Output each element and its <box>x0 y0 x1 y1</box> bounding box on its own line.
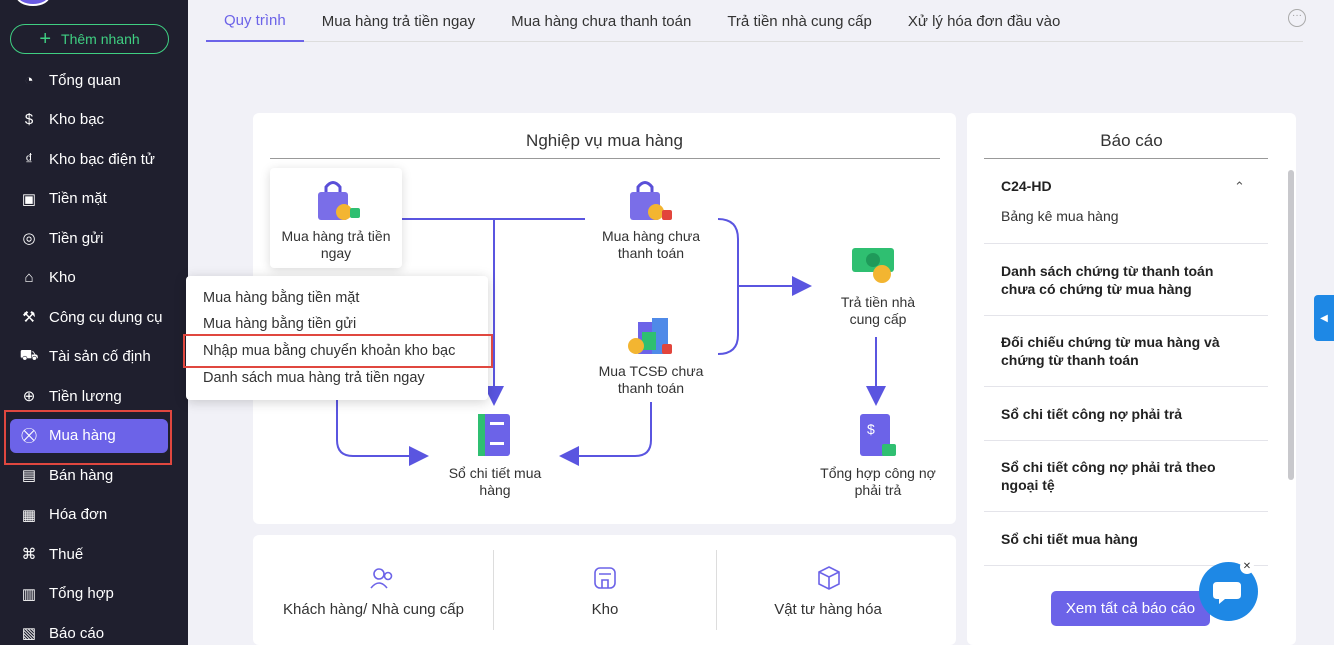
package-icon <box>818 566 840 590</box>
shortcut-divider <box>493 550 494 630</box>
shortcut-divider <box>716 550 717 630</box>
dropdown-highlight <box>183 334 493 368</box>
store-icon <box>594 567 616 589</box>
report-divider <box>984 440 1268 441</box>
shortcut-goods[interactable]: Vật tư hàng hóa <box>717 601 939 618</box>
report-item[interactable]: Sổ chi tiết mua hàng <box>1001 530 1241 548</box>
node-pay-supplier[interactable]: Trả tiền nhà cung cấp <box>826 294 930 328</box>
report-item[interactable]: Sổ chi tiết công nợ phải trả theo ngoại … <box>1001 458 1241 494</box>
payable-doc-icon: $ <box>860 414 896 456</box>
node-ledger[interactable]: Sổ chi tiết mua hàng <box>436 465 554 499</box>
shortcut-customers[interactable]: Khách hàng/ Nhà cung cấp <box>254 601 493 618</box>
node-fixed-asset[interactable]: Mua TCSĐ chưa thanh toán <box>586 363 716 397</box>
node-unpaid[interactable]: Mua hàng chưa thanh toán <box>586 228 716 262</box>
reports-title-divider <box>984 158 1268 159</box>
report-item[interactable]: Danh sách chứng từ thanh toán chưa có ch… <box>1001 262 1241 298</box>
view-all-reports-button[interactable]: Xem tất cả báo cáo <box>1051 591 1210 626</box>
report-group-code[interactable]: C24-HD <box>1001 177 1241 195</box>
building-asset-icon <box>628 318 672 354</box>
node-payable[interactable]: Tổng hợp công nợ phải trả <box>818 465 938 499</box>
report-item[interactable]: Sổ chi tiết công nợ phải trả <box>1001 405 1241 423</box>
dropdown-item-cash[interactable]: Mua hàng bằng tiền mặt <box>203 290 359 306</box>
svg-text:$: $ <box>867 421 875 437</box>
customers-icon <box>370 568 393 589</box>
report-group-sub[interactable]: Bảng kê mua hàng <box>1001 208 1119 224</box>
reports-title: Báo cáo <box>1100 131 1163 150</box>
shortcut-card <box>253 535 956 645</box>
ledger-book-icon <box>478 414 510 456</box>
shopping-bag-unpaid-icon <box>630 181 672 220</box>
reports-scrollbar[interactable] <box>1288 170 1294 480</box>
report-divider <box>984 315 1268 316</box>
money-coins-icon <box>852 248 894 283</box>
shortcut-warehouse[interactable]: Kho <box>494 601 716 618</box>
shopping-bag-pay-icon <box>318 181 360 220</box>
report-divider <box>984 243 1268 244</box>
report-divider <box>984 386 1268 387</box>
dropdown-item-list[interactable]: Danh sách mua hàng trả tiền ngay <box>203 370 425 386</box>
report-item[interactable]: Đối chiếu chứng từ mua hàng và chứng từ … <box>1001 333 1241 369</box>
node-pay-now[interactable]: Mua hàng trả tiền ngay <box>276 228 396 262</box>
dropdown-item-deposit[interactable]: Mua hàng bằng tiền gửi <box>203 316 356 332</box>
collapse-panel-icon[interactable]: ◀ <box>1314 295 1334 341</box>
report-divider <box>984 511 1268 512</box>
close-chat-icon[interactable]: ✕ <box>1240 560 1254 574</box>
chevron-up-icon[interactable]: ⌃ <box>1234 179 1245 195</box>
